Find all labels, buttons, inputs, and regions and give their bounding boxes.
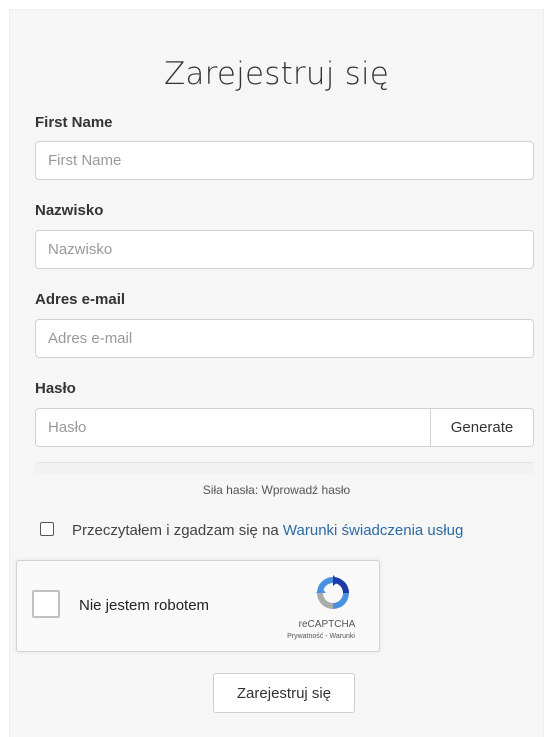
- register-button[interactable]: Zarejestruj się: [213, 673, 355, 713]
- recaptcha-links[interactable]: Prywatność - Warunki: [265, 633, 377, 640]
- tos-link[interactable]: Warunki świadczenia usług: [283, 522, 463, 539]
- first-name-label: First Name: [35, 114, 113, 131]
- recaptcha-widget: Nie jestem robotem reCAPTCHA Prywatność …: [16, 560, 380, 652]
- password-strength-bar: [35, 462, 534, 474]
- page-title: Zarejestruj się: [163, 56, 390, 92]
- last-name-label: Nazwisko: [35, 202, 104, 219]
- password-group: Generate: [35, 408, 534, 447]
- email-label: Adres e-mail: [35, 291, 126, 308]
- last-name-input[interactable]: [35, 230, 534, 269]
- email-input[interactable]: [35, 319, 534, 358]
- password-input[interactable]: [35, 408, 431, 447]
- password-label: Hasło: [35, 380, 76, 397]
- generate-password-button[interactable]: Generate: [430, 408, 534, 447]
- recaptcha-logo-icon: [316, 575, 349, 609]
- first-name-input[interactable]: [35, 141, 534, 180]
- recaptcha-checkbox[interactable]: [32, 590, 60, 618]
- recaptcha-label: Nie jestem robotem: [79, 597, 210, 614]
- tos-row: Przeczytałem i zgadzam się na Warunki św…: [40, 522, 463, 539]
- recaptcha-brand: reCAPTCHA: [298, 619, 356, 630]
- tos-checkbox[interactable]: [40, 522, 54, 536]
- password-strength-text: Siła hasła: Wprowadź hasło: [202, 483, 351, 497]
- tos-text: Przeczytałem i zgadzam się na: [72, 522, 283, 539]
